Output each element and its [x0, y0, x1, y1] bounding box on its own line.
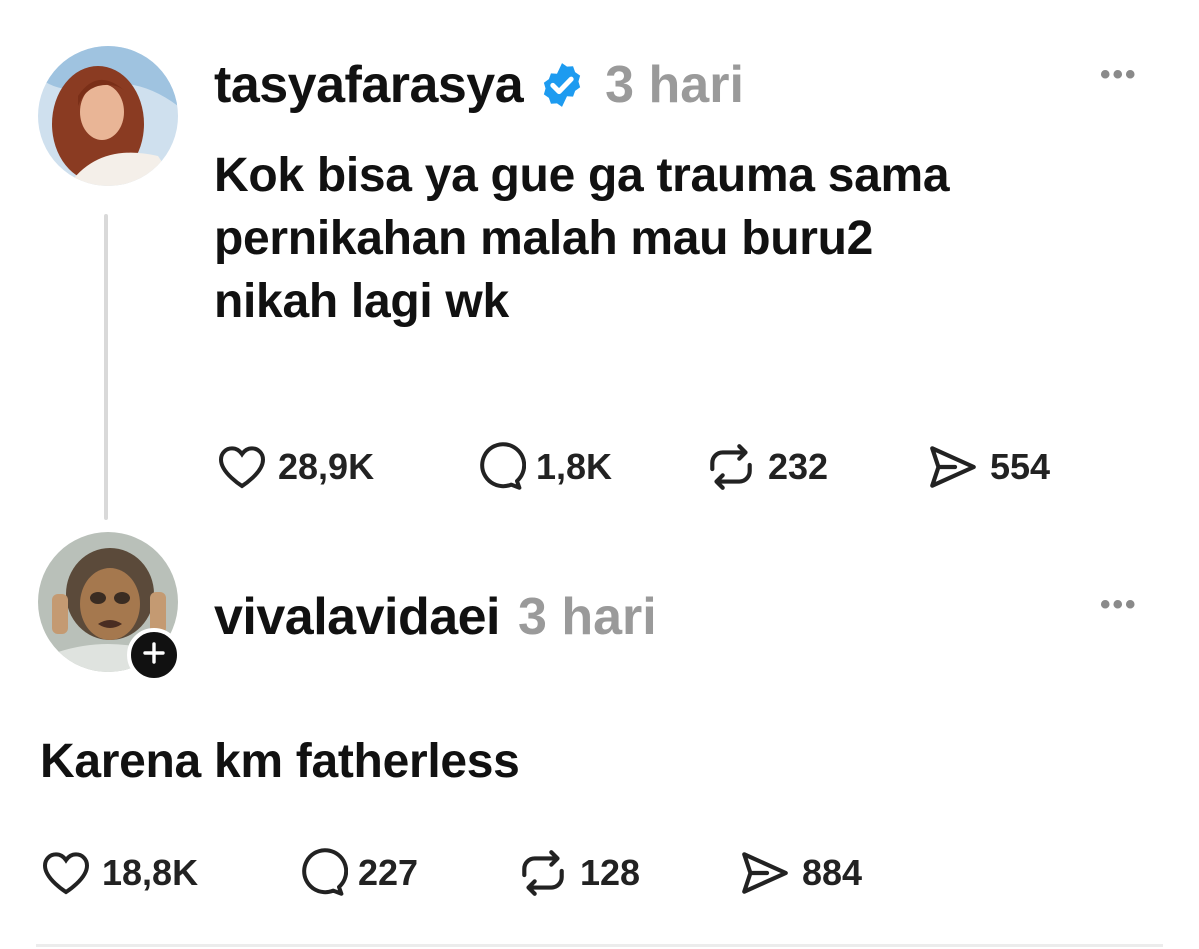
plus-icon — [141, 640, 167, 671]
post-actions: 18,8K 227 128 884 — [40, 846, 862, 900]
share-send-icon — [926, 442, 980, 492]
post-actions: 28,9K 1,8K 232 554 — [216, 440, 1050, 494]
heart-icon — [216, 443, 268, 491]
share-count: 554 — [990, 446, 1051, 487]
username[interactable]: vivalavidaei — [214, 587, 501, 647]
post-header: tasyafarasya 3 hari — [214, 54, 744, 116]
comment-bubble-icon — [474, 442, 526, 492]
avatar-tasyafarasya[interactable] — [38, 46, 178, 186]
divider — [36, 944, 1163, 947]
repost-icon — [704, 442, 758, 492]
repost-button[interactable]: 232 — [704, 442, 926, 492]
post-text: Karena km fatherless — [40, 730, 520, 793]
like-button[interactable]: 18,8K — [40, 849, 296, 897]
share-button[interactable]: 884 — [738, 848, 862, 898]
reply-button[interactable]: 227 — [296, 848, 516, 898]
post-text-line: pernikahan malah mau buru2 — [214, 212, 874, 265]
post-text-line: Karena km fatherless — [40, 735, 520, 788]
post-header: vivalavidaei 3 hari — [214, 586, 657, 648]
repost-count: 232 — [768, 446, 829, 487]
username[interactable]: tasyafarasya — [214, 55, 524, 115]
post-text: Kok bisa ya gue ga trauma sama pernikaha… — [214, 144, 950, 333]
post-time: 3 hari — [518, 588, 657, 646]
post-text-line: Kok bisa ya gue ga trauma sama — [214, 149, 950, 202]
repost-count: 128 — [580, 852, 641, 893]
share-send-icon — [738, 848, 792, 898]
like-count: 28,9K — [278, 446, 375, 487]
comment-bubble-icon — [296, 848, 348, 898]
like-button[interactable]: 28,9K — [216, 443, 474, 491]
reply-button[interactable]: 1,8K — [474, 442, 704, 492]
share-button[interactable]: 554 — [926, 442, 1050, 492]
share-count: 884 — [802, 852, 863, 893]
reply-count: 1,8K — [536, 446, 613, 487]
like-count: 18,8K — [102, 852, 199, 893]
post-text-line: nikah lagi wk — [214, 275, 509, 328]
thread-line — [104, 214, 108, 520]
reply-count: 227 — [358, 852, 419, 893]
verified-badge-icon — [537, 60, 587, 110]
more-options-icon[interactable]: ••• — [1100, 58, 1138, 92]
post-time: 3 hari — [605, 56, 744, 114]
more-options-icon[interactable]: ••• — [1100, 588, 1138, 622]
repost-icon — [516, 848, 570, 898]
follow-button[interactable] — [127, 628, 181, 682]
heart-icon — [40, 849, 92, 897]
repost-button[interactable]: 128 — [516, 848, 738, 898]
